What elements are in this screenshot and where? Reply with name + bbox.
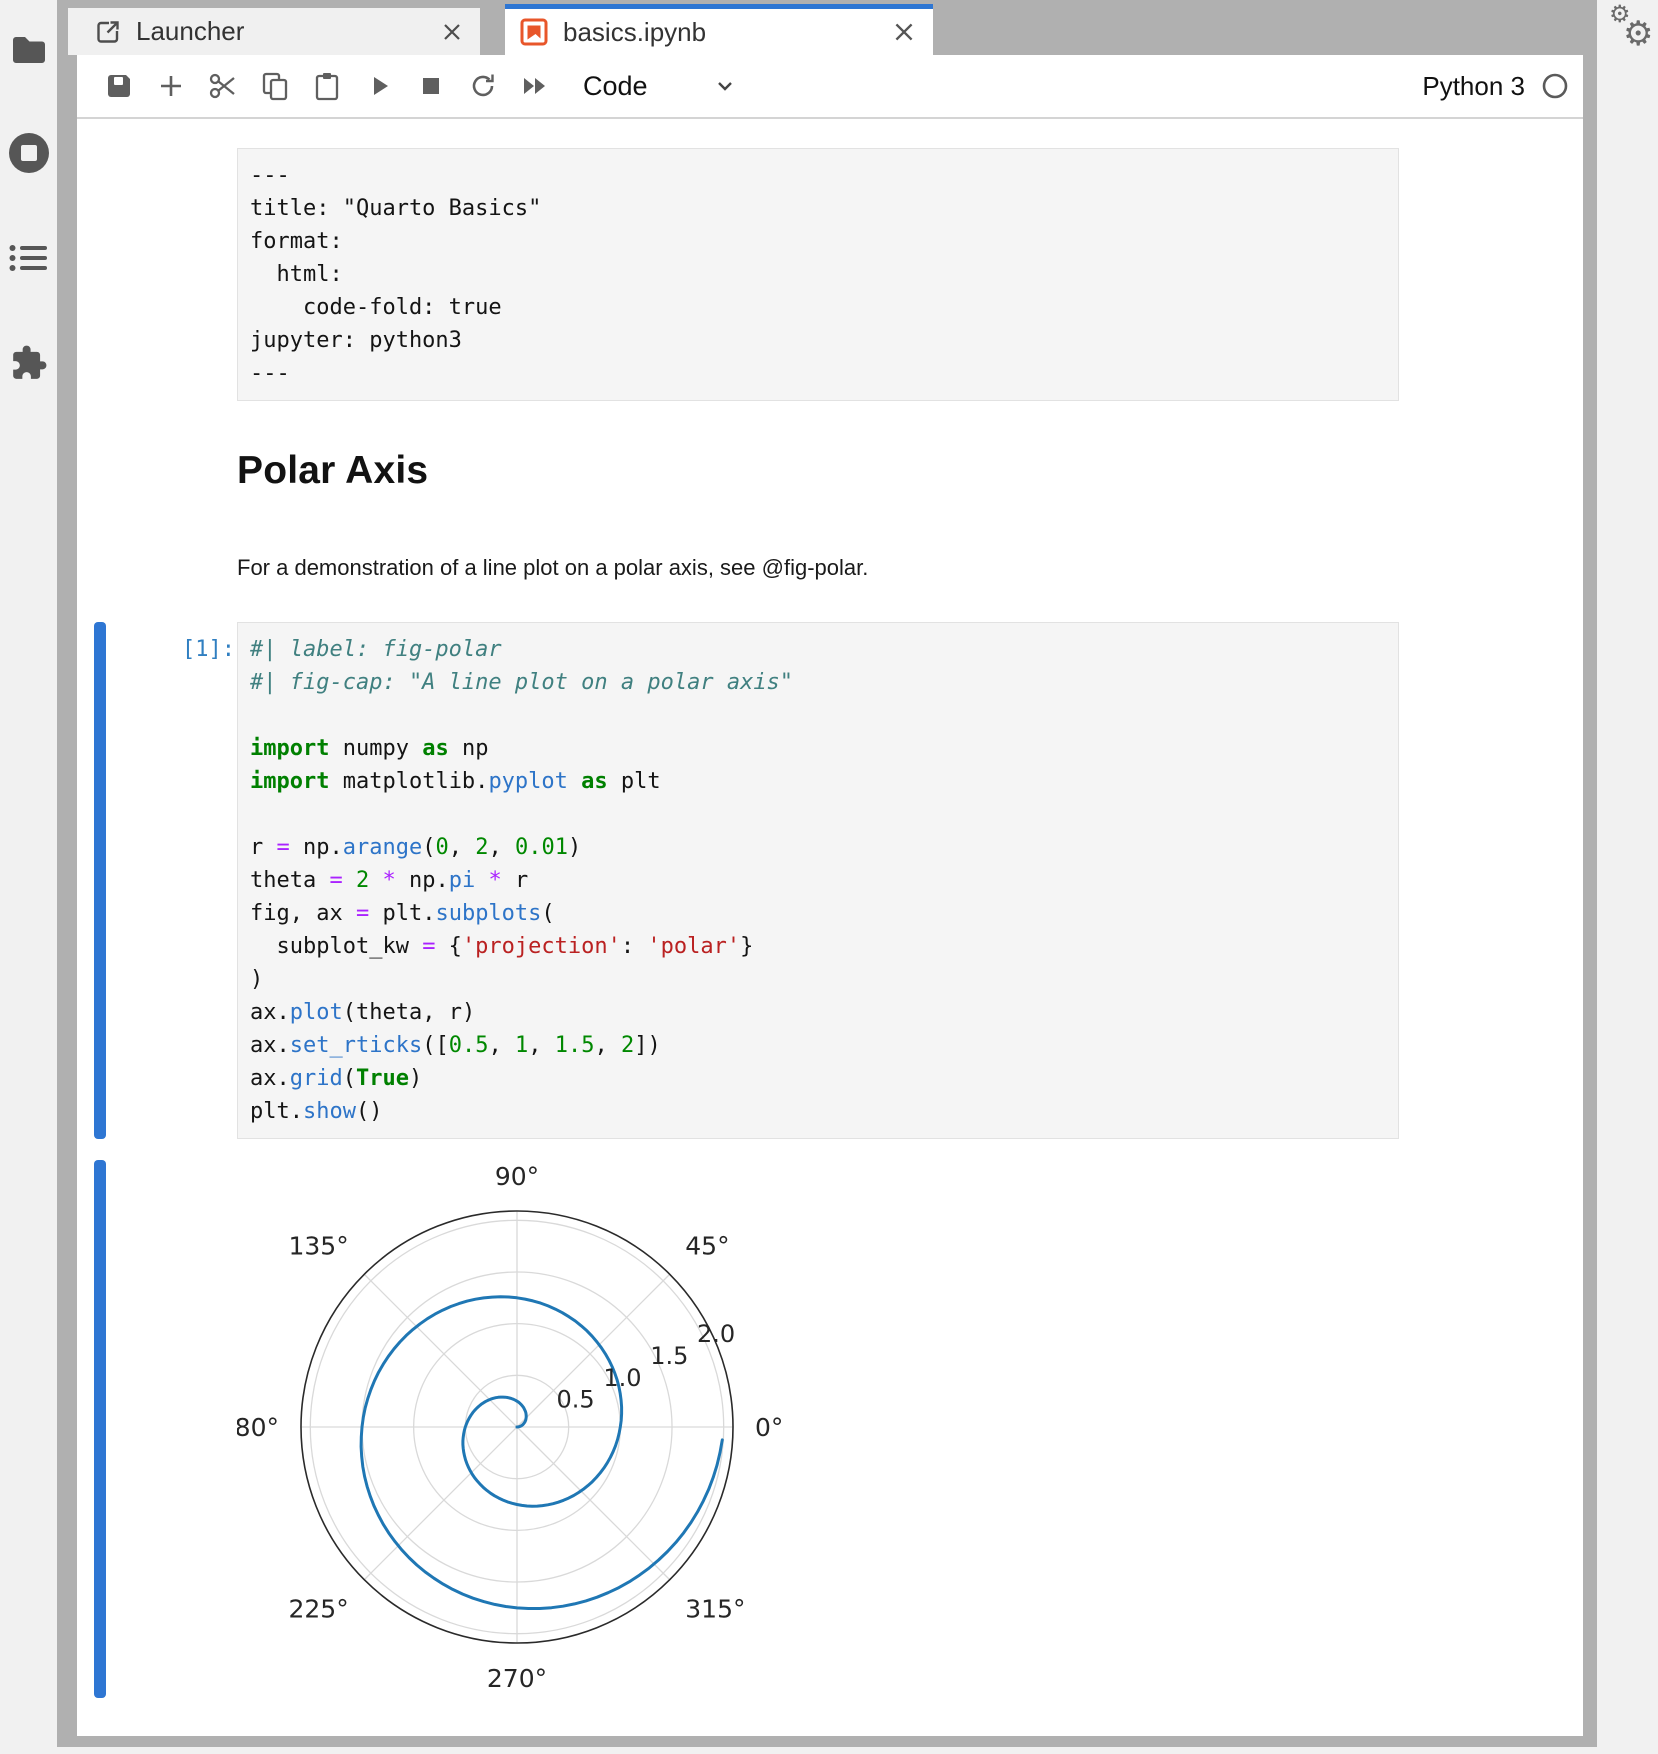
restart-run-all-icon[interactable] — [509, 63, 561, 109]
svg-text:90°: 90° — [495, 1165, 539, 1191]
running-sessions-icon[interactable] — [0, 131, 57, 175]
svg-text:0.5: 0.5 — [557, 1386, 595, 1414]
paste-icon[interactable] — [301, 63, 353, 109]
tab-notebook-close-icon[interactable] — [891, 19, 917, 45]
notebook-toolbar: Code Python 3 — [77, 55, 1583, 119]
right-strip: ⚙ ⚙ — [1597, 0, 1658, 1754]
restart-kernel-icon[interactable] — [457, 63, 509, 109]
cut-icon[interactable] — [197, 63, 249, 109]
kernel-name[interactable]: Python 3 — [1422, 71, 1525, 102]
kernel-status-icon — [1541, 72, 1569, 100]
run-icon[interactable] — [353, 63, 405, 109]
polar-plot-output: 0° 45° 90° 135° 180° 225° 270° 315° 0.5 1.0 1.5 2.0 — [237, 1165, 817, 1705]
svg-text:180°: 180° — [237, 1413, 279, 1442]
cell-type-dropdown[interactable]: Code — [583, 71, 738, 102]
tab-notebook-label: basics.ipynb — [563, 17, 883, 48]
cell-type-value: Code — [583, 71, 648, 102]
save-icon[interactable] — [93, 63, 145, 109]
svg-text:135°: 135° — [288, 1232, 348, 1261]
file-browser-icon[interactable] — [0, 34, 57, 66]
svg-text:0°: 0° — [755, 1413, 783, 1442]
left-activity-bar — [0, 0, 57, 1754]
svg-text:1.5: 1.5 — [650, 1342, 688, 1370]
stop-icon[interactable] — [405, 63, 457, 109]
output-collapser[interactable] — [94, 1160, 106, 1698]
markdown-heading: Polar Axis — [237, 449, 428, 493]
tab-notebook[interactable]: basics.ipynb — [505, 4, 933, 55]
add-cell-icon[interactable] — [145, 63, 197, 109]
notebook-icon — [519, 17, 549, 47]
svg-text:1.0: 1.0 — [603, 1364, 641, 1392]
input-cell-collapser[interactable] — [94, 622, 106, 1139]
copy-icon[interactable] — [249, 63, 301, 109]
tab-launcher-close-icon[interactable] — [440, 20, 464, 44]
svg-text:45°: 45° — [685, 1232, 729, 1261]
notebook-content: ---title: "Quarto Basics"format: html: c… — [77, 119, 1583, 1736]
svg-text:225°: 225° — [288, 1594, 348, 1623]
svg-text:2.0: 2.0 — [697, 1320, 735, 1348]
code-cell-editor[interactable]: #| label: fig-polar#| fig-cap: "A line p… — [237, 622, 1399, 1139]
main-panel-frame: Launcher basics.ipynb — [57, 0, 1597, 1747]
table-of-contents-icon[interactable] — [0, 244, 57, 272]
extensions-icon[interactable] — [0, 344, 57, 382]
tab-launcher-label: Launcher — [136, 16, 432, 47]
launcher-icon — [94, 18, 122, 46]
tab-launcher[interactable]: Launcher — [68, 8, 480, 55]
settings-icon[interactable]: ⚙ ⚙ — [1603, 2, 1655, 62]
markdown-paragraph: For a demonstration of a line plot on a … — [237, 555, 868, 581]
gear-big-icon: ⚙ — [1623, 14, 1653, 54]
raw-cell-editor[interactable]: ---title: "Quarto Basics"format: html: c… — [237, 148, 1399, 401]
chevron-down-icon — [712, 73, 738, 99]
svg-text:315°: 315° — [685, 1594, 745, 1623]
svg-text:270°: 270° — [487, 1664, 547, 1693]
execution-count-prompt: [1]: — [77, 633, 235, 666]
